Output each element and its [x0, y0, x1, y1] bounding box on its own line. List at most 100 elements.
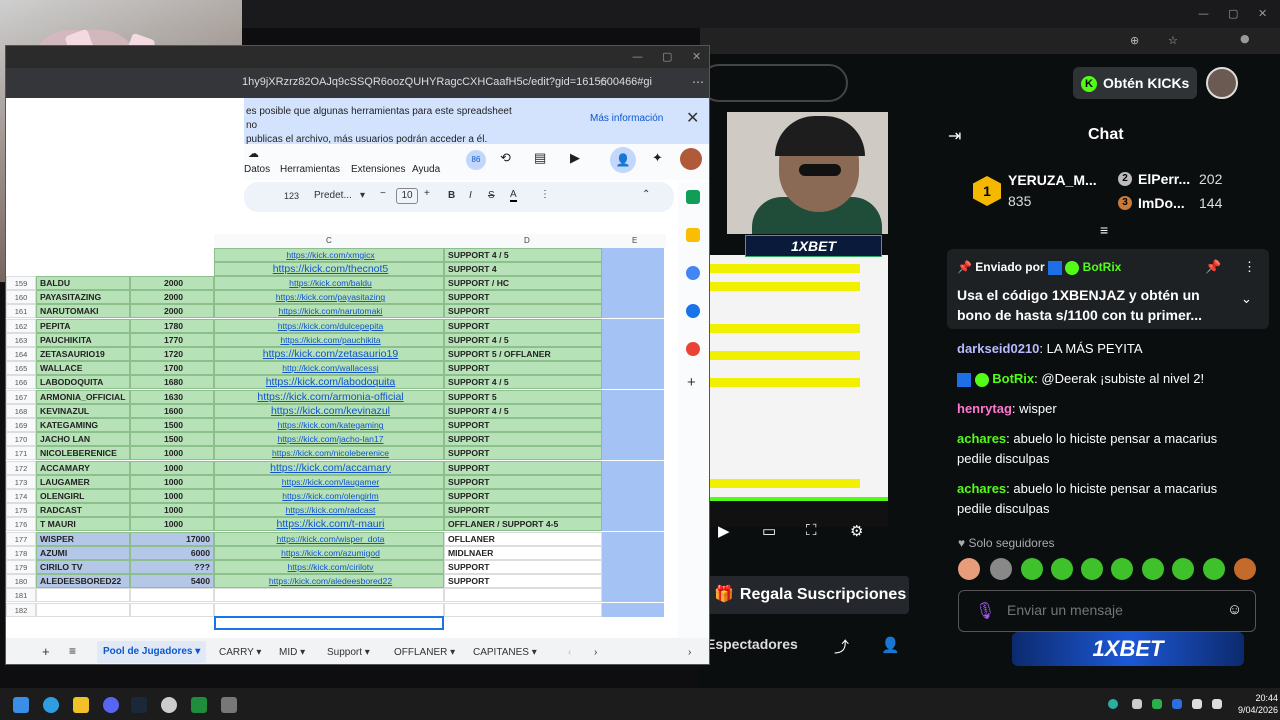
add-sheet-icon[interactable]: + — [42, 644, 50, 659]
cell-role[interactable]: SUPPORT 4 / 5 — [444, 403, 602, 418]
cell-player-name[interactable] — [36, 602, 130, 617]
chevron-down-icon[interactable]: ⌄ — [1241, 291, 1252, 307]
font-size-input[interactable]: 10 — [396, 188, 418, 204]
cell-e[interactable] — [602, 432, 664, 447]
emote-icon[interactable] — [1021, 558, 1043, 580]
row-number[interactable]: 174 — [6, 489, 36, 503]
gifter-name-3[interactable]: ImDo... — [1138, 195, 1185, 211]
cell-mmr[interactable]: 1500 — [130, 418, 214, 432]
cell-player-name[interactable]: PAUCHIKITA — [36, 332, 130, 347]
cell-e[interactable] — [602, 318, 664, 333]
collapse-chat-icon[interactable]: ⇥ — [948, 126, 961, 146]
file-explorer-icon[interactable] — [73, 697, 89, 713]
spreadsheet-grid[interactable]: https://kick.com/xmgicx SUPPORT 4 / 5 ht… — [6, 234, 666, 634]
emoji-icon[interactable]: ☺ — [1227, 601, 1242, 618]
decrease-font-icon[interactable]: − — [380, 188, 386, 199]
cell-e[interactable] — [602, 560, 664, 574]
bold-icon[interactable]: B — [448, 190, 455, 201]
cell-url[interactable]: https://kick.com/labodoquita — [214, 375, 444, 390]
tray-icon[interactable] — [1132, 699, 1142, 709]
cell-player-name[interactable]: NARUTOMAKI — [36, 304, 130, 319]
cell-url[interactable]: https://kick.com/nicoleberenice — [214, 446, 444, 461]
chat-message-field[interactable] — [1007, 602, 1207, 618]
cell-player-name[interactable]: ZETASAURIO19 — [36, 347, 130, 361]
taskbar-clock[interactable]: 20:44 9/04/2026 — [1238, 692, 1278, 716]
cell-mmr[interactable]: 1000 — [130, 460, 214, 475]
table-row[interactable]: 177 WISPER 17000 https://kick.com/wisper_do… — [6, 531, 666, 546]
cell-e[interactable] — [602, 489, 664, 503]
cell-mmr[interactable]: 1000 — [130, 489, 214, 503]
unpin-icon[interactable]: 📌 — [1205, 259, 1221, 275]
cell-e[interactable] — [602, 361, 664, 376]
font-select[interactable]: Predet... — [314, 190, 352, 201]
emote-icon[interactable] — [1142, 558, 1164, 580]
table-row[interactable]: 178 AZUMI 6000 https://kick.com/azumigod MID… — [6, 545, 666, 560]
row-number[interactable]: 164 — [6, 347, 36, 361]
cell-role[interactable]: SUPPORT — [444, 304, 602, 319]
row-number[interactable]: 182 — [6, 602, 36, 617]
theater-icon[interactable]: ▭ — [762, 522, 776, 540]
minimize-icon[interactable]: — — [1198, 7, 1209, 20]
table-row[interactable]: 171 NICOLEBERENICE 1000 https://kick.com/ni… — [6, 446, 666, 461]
discord-icon[interactable] — [103, 697, 119, 713]
row-number[interactable]: 179 — [6, 560, 36, 574]
cell-mmr[interactable]: 1000 — [130, 517, 214, 532]
cell-role[interactable]: SUPPORT 4 / 5 — [444, 248, 602, 262]
menu-datos[interactable]: Datos — [244, 164, 270, 175]
tab-pool-de-jugadores[interactable]: Pool de Jugadores ▾ — [97, 641, 207, 663]
cell-url[interactable]: https://kick.com/pauchikita — [214, 332, 444, 347]
emote-icon[interactable] — [1234, 558, 1256, 580]
star-icon[interactable]: ☆ — [598, 75, 609, 89]
row-number[interactable]: 180 — [6, 574, 36, 589]
cell-e[interactable] — [602, 503, 664, 518]
sheets-app-icon[interactable] — [191, 697, 207, 713]
table-row[interactable]: 166 LABODOQUITA 1680 https://kick.com/labod… — [6, 375, 666, 390]
cell-url[interactable] — [214, 602, 444, 617]
cell-e[interactable] — [602, 545, 664, 560]
selected-cell[interactable] — [214, 616, 444, 630]
cell-player-name[interactable]: WALLACE — [36, 361, 130, 376]
cell-mmr[interactable]: 17000 — [130, 531, 214, 546]
settings-gear-icon[interactable]: ⚙ — [850, 522, 863, 540]
table-row[interactable]: 167 ARMONIA_OFFICIAL 1630 https://kick.com/… — [6, 389, 666, 404]
cell-role[interactable] — [444, 602, 602, 617]
row-number[interactable]: 177 — [6, 531, 36, 546]
cell-player-name[interactable]: RADCAST — [36, 503, 130, 518]
cell-url[interactable]: https://kick.com/aledeesbored22 — [214, 574, 444, 589]
cell-player-name[interactable]: JACHO LAN — [36, 432, 130, 447]
microphone-icon[interactable]: 🎙 — [975, 601, 995, 621]
cell-mmr[interactable]: 5400 — [130, 574, 214, 589]
cell-url[interactable]: https://kick.com/wisper_dota — [214, 531, 444, 546]
table-row[interactable]: 182 — [6, 602, 666, 617]
cell-role[interactable]: SUPPORT — [444, 318, 602, 333]
gifter-name-1[interactable]: YERUZA_M... — [1008, 172, 1097, 188]
history-icon[interactable]: ⟲ — [500, 150, 511, 166]
table-row[interactable]: 159 BALDU 2000 https://kick.com/baldu SUPPOR… — [6, 276, 666, 290]
calculator-icon[interactable] — [221, 697, 237, 713]
row-number[interactable]: 159 — [6, 276, 36, 290]
cell-player-name[interactable]: ACCAMARY — [36, 460, 130, 475]
row-number[interactable]: 175 — [6, 503, 36, 518]
play-icon[interactable]: ▶ — [718, 522, 730, 540]
cell-url[interactable]: https://kick.com/cirilotv — [214, 560, 444, 574]
cell-role[interactable]: SUPPORT 4 — [444, 262, 602, 276]
table-row[interactable]: https://kick.com/thecnot5 SUPPORT 4 — [6, 262, 666, 276]
cell-role[interactable]: SUPPORT — [444, 446, 602, 461]
table-row[interactable]: 176 T MAURI 1000 https://kick.com/t-mauri OF… — [6, 517, 666, 532]
cell-player-name[interactable]: LAUGAMER — [36, 474, 130, 489]
cell-role[interactable]: OFLLANER — [444, 531, 602, 546]
cell-e[interactable] — [602, 446, 664, 461]
cell-url[interactable]: https://kick.com/olengirlm — [214, 489, 444, 503]
row-number[interactable]: 168 — [6, 403, 36, 418]
gemini-icon[interactable]: ✦ — [652, 150, 663, 166]
tab-capitanes[interactable]: CAPITANES ▾ — [473, 647, 537, 658]
more-options-icon[interactable]: ⋮ — [540, 189, 550, 200]
table-row[interactable]: 174 OLENGIRL 1000 https://kick.com/olengirl… — [6, 489, 666, 503]
contacts-icon[interactable] — [686, 304, 700, 318]
network-icon[interactable] — [1192, 699, 1202, 709]
cell-url[interactable]: https://kick.com/narutomaki — [214, 304, 444, 319]
cell-mmr[interactable]: 1720 — [130, 347, 214, 361]
chat-input[interactable]: 🎙 ☺ — [958, 590, 1256, 632]
cell-role[interactable]: SUPPORT 4 / 5 — [444, 375, 602, 390]
cell-e[interactable] — [602, 574, 664, 589]
